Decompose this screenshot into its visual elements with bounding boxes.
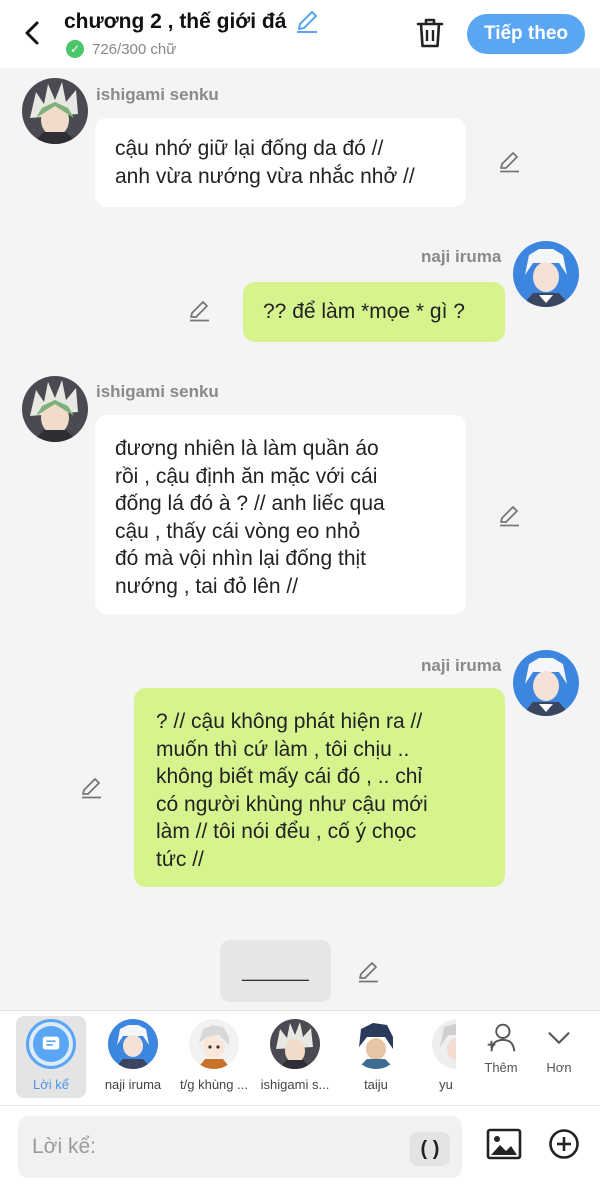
delete-button[interactable] bbox=[414, 16, 446, 50]
check-icon: ✓ bbox=[66, 40, 84, 58]
avatar bbox=[189, 1019, 239, 1069]
character-label: ishigami s... bbox=[260, 1077, 330, 1092]
sender-name: ishigami senku bbox=[96, 382, 219, 401]
avatar bbox=[270, 1019, 320, 1069]
avatar-naji-iruma[interactable] bbox=[513, 241, 579, 307]
more-characters-button[interactable]: Thêm bbox=[474, 1019, 528, 1075]
edit-message-button[interactable] bbox=[79, 776, 103, 800]
edit-title-button[interactable] bbox=[294, 9, 320, 35]
character-label: t/g khùng ... bbox=[180, 1077, 248, 1092]
sender-name: ishigami senku bbox=[96, 85, 219, 104]
sender-name: naji iruma bbox=[421, 656, 502, 675]
message-bubble[interactable]: ? // cậu không phát hiện ra // muốn thì … bbox=[134, 688, 505, 887]
message-input[interactable] bbox=[32, 1128, 392, 1166]
edit-message-button[interactable] bbox=[497, 504, 521, 528]
pencil-icon bbox=[297, 11, 317, 33]
message-line: đương nhiên là làm quần áo bbox=[115, 437, 379, 460]
parentheses-button[interactable]: ( ) bbox=[410, 1132, 450, 1166]
comment-icon bbox=[33, 1026, 69, 1062]
avatar-naji-iruma[interactable] bbox=[513, 650, 579, 716]
edit-narration-button[interactable] bbox=[356, 960, 380, 984]
message-bubble[interactable]: ?? để làm *mọe * gì ? bbox=[243, 282, 505, 342]
pencil-icon bbox=[500, 506, 519, 527]
message-line: cậu , thấy cái vòng eo nhỏ bbox=[115, 519, 361, 543]
narration-bubble[interactable]: ______ bbox=[220, 940, 331, 1002]
avatar-ishigami-senku[interactable] bbox=[22, 376, 88, 442]
pencil-icon bbox=[82, 778, 101, 799]
message-line: đống lá đó à ? // anh liếc qua bbox=[115, 492, 385, 515]
message-bubble[interactable]: đương nhiên là làm quần áo rồi , cậu địn… bbox=[95, 415, 466, 614]
edit-message-button[interactable] bbox=[497, 150, 521, 174]
message-line: rồi , cậu định ăn mặc với cái bbox=[115, 464, 378, 488]
pencil-icon bbox=[359, 962, 378, 983]
message-input-box: ( ) bbox=[18, 1116, 462, 1178]
narrator-avatar bbox=[26, 1019, 76, 1069]
avatar bbox=[351, 1019, 401, 1069]
more-label: Thêm bbox=[484, 1060, 518, 1075]
character-ishigami-senku[interactable]: ishigami s... bbox=[260, 1017, 330, 1092]
chevron-left-icon bbox=[25, 21, 39, 45]
message-line: ?? để làm *mọe * gì ? bbox=[263, 300, 465, 323]
trash-icon bbox=[416, 18, 444, 48]
character-label: Lời kể bbox=[33, 1077, 69, 1092]
word-count-text: 726/300 chữ bbox=[92, 40, 177, 58]
insert-image-button[interactable] bbox=[486, 1126, 522, 1162]
character-narrator[interactable]: Lời kể bbox=[16, 1016, 86, 1098]
message-line: cậu nhớ giữ lại đống da đó // bbox=[115, 137, 384, 160]
less-label: Hơn bbox=[546, 1060, 572, 1075]
chevron-down-icon bbox=[548, 1032, 570, 1044]
character-taiju[interactable]: taiju bbox=[341, 1017, 411, 1092]
character-label: yu bbox=[439, 1077, 453, 1092]
character-selector: Lời kể naji iruma t/g khùng ... ishigami… bbox=[0, 1010, 600, 1105]
header-bar: chương 2 , thế giới đá ✓ 726/300 chữ Tiế… bbox=[0, 0, 600, 68]
character-naji-iruma[interactable]: naji iruma bbox=[98, 1017, 168, 1092]
back-button[interactable] bbox=[18, 16, 48, 50]
avatar bbox=[108, 1019, 158, 1069]
character-label: taiju bbox=[364, 1077, 388, 1092]
edit-message-button[interactable] bbox=[187, 299, 211, 323]
message-bubble[interactable]: cậu nhớ giữ lại đống da đó // anh vừa nư… bbox=[95, 118, 466, 207]
character-label: naji iruma bbox=[104, 1077, 162, 1092]
sender-name: naji iruma bbox=[421, 247, 502, 266]
add-user-icon bbox=[487, 1023, 516, 1052]
chapter-title[interactable]: chương 2 , thế giới đá bbox=[64, 10, 286, 34]
add-button[interactable] bbox=[548, 1128, 580, 1160]
next-button[interactable]: Tiếp theo bbox=[467, 14, 585, 54]
message-line: muốn thì cứ làm , tôi chịu .. bbox=[156, 737, 410, 761]
message-line: nướng , tai đỏ lên // bbox=[115, 574, 299, 598]
word-count: ✓ 726/300 chữ bbox=[66, 40, 176, 58]
input-bar: ( ) bbox=[0, 1105, 600, 1188]
character-tg-khung[interactable]: t/g khùng ... bbox=[179, 1017, 249, 1092]
image-icon bbox=[486, 1128, 522, 1160]
message-line: làm // tôi nói đểu , cố ý chọc bbox=[156, 820, 417, 843]
character-yu[interactable]: yu bbox=[422, 1017, 456, 1092]
message-line: tức // bbox=[156, 847, 204, 871]
message-line: có người khùng như cậu mới bbox=[156, 792, 428, 816]
avatar bbox=[432, 1019, 456, 1069]
message-line: anh vừa nướng vừa nhắc nhở // bbox=[115, 164, 415, 188]
pencil-icon bbox=[190, 301, 209, 322]
message-line: không biết mấy cái đó , .. chỉ bbox=[156, 765, 423, 788]
message-line: ? // cậu không phát hiện ra // bbox=[156, 710, 423, 733]
avatar-ishigami-senku[interactable] bbox=[22, 78, 88, 144]
plus-circle-icon bbox=[549, 1129, 579, 1159]
message-line: đó mà vội nhìn lại đống thịt bbox=[115, 547, 366, 570]
collapse-button[interactable]: Hơn bbox=[532, 1019, 586, 1075]
pencil-icon bbox=[500, 152, 519, 173]
